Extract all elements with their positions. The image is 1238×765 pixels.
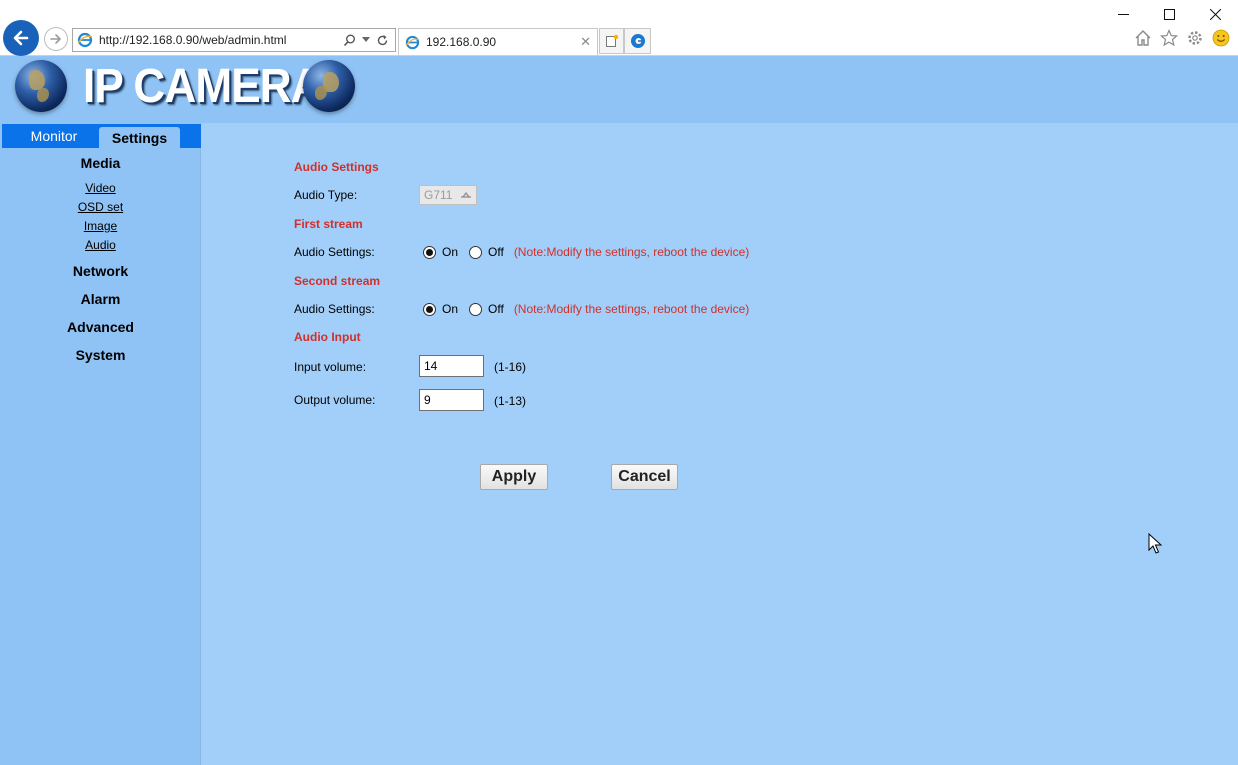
input-volume-field[interactable]: 14	[419, 355, 484, 377]
second-stream-off-label: Off	[488, 302, 504, 316]
edge-button[interactable]	[624, 28, 651, 54]
sidebar-group-alarm[interactable]: Alarm	[0, 291, 201, 307]
search-icon[interactable]	[343, 34, 356, 47]
output-volume-range: (1-13)	[494, 394, 527, 408]
audio-type-value: G711	[424, 188, 453, 202]
edge-icon	[630, 34, 645, 48]
close-icon[interactable]: ✕	[580, 34, 591, 50]
smiley-icon[interactable]	[1212, 29, 1230, 47]
sidebar-group-advanced[interactable]: Advanced	[0, 319, 201, 335]
audio-input-title: Audio Input	[294, 330, 361, 344]
first-stream-on-label: On	[442, 245, 459, 259]
first-stream-audio-label: Audio Settings:	[294, 245, 375, 259]
header-banner: IP CAMERA	[0, 56, 1238, 123]
address-bar[interactable]: http://192.168.0.90/web/admin.html	[72, 28, 396, 52]
apply-button[interactable]: Apply	[480, 464, 548, 490]
tab-title: 192.168.0.90	[426, 35, 497, 49]
new-tab-button[interactable]	[599, 28, 624, 54]
first-stream-on-radio[interactable]	[423, 245, 436, 259]
cancel-button[interactable]: Cancel	[611, 464, 678, 490]
back-button[interactable]	[3, 20, 39, 56]
forward-arrow-icon	[50, 34, 61, 44]
browser-toolbar	[1134, 29, 1230, 47]
output-volume-label: Output volume:	[294, 393, 376, 407]
tab-monitor[interactable]: Monitor	[12, 124, 96, 148]
window-close-button[interactable]	[1192, 0, 1238, 28]
menu-tab-bar: Monitor Settings	[2, 124, 201, 148]
new-tab-icon	[605, 34, 618, 47]
sidebar-item-osd-set[interactable]: OSD set	[0, 200, 201, 214]
output-volume-field[interactable]: 9	[419, 389, 484, 411]
settings-gear-icon[interactable]	[1186, 29, 1204, 47]
audio-type-select[interactable]: G711	[419, 185, 477, 205]
second-stream-title: Second stream	[294, 274, 381, 288]
sidebar-item-image[interactable]: Image	[0, 219, 201, 233]
input-volume-label: Input volume:	[294, 360, 367, 374]
favorites-star-icon[interactable]	[1160, 29, 1178, 47]
first-stream-note: (Note:Modify the settings, reboot the de…	[513, 245, 750, 259]
first-stream-off-radio[interactable]	[469, 245, 483, 259]
dropdown-icon[interactable]	[362, 37, 370, 43]
first-stream-radio-group: On Off (Note:Modify the settings, reboot…	[423, 245, 749, 259]
globe-logo-icon	[303, 60, 355, 112]
maximize-icon	[1163, 8, 1175, 20]
mouse-pointer-icon	[1148, 533, 1162, 554]
url-text[interactable]: http://192.168.0.90/web/admin.html	[99, 33, 343, 47]
second-stream-off-radio[interactable]	[469, 302, 483, 316]
second-stream-on-label: On	[442, 302, 459, 316]
audio-settings-panel: Audio Settings Audio Type: G711 First st…	[201, 123, 1238, 765]
forward-button[interactable]	[44, 27, 68, 51]
browser-chrome: http://192.168.0.90/web/admin.html 192.1…	[0, 0, 1238, 56]
second-stream-on-radio[interactable]	[423, 302, 436, 316]
refresh-icon[interactable]	[376, 34, 389, 47]
second-stream-radio-group: On Off (Note:Modify the settings, reboot…	[423, 302, 749, 316]
logo-text: IP CAMERA	[83, 60, 323, 113]
ie-icon	[405, 35, 420, 49]
first-stream-off-label: Off	[488, 245, 504, 259]
sidebar-item-audio[interactable]: Audio	[0, 238, 201, 252]
second-stream-note: (Note:Modify the settings, reboot the de…	[513, 302, 750, 316]
sidebar-group-system[interactable]: System	[0, 347, 201, 363]
window-close-icon	[1209, 8, 1221, 20]
minimize-icon	[1117, 13, 1129, 15]
second-stream-audio-label: Audio Settings:	[294, 302, 375, 316]
sidebar-group-media[interactable]: Media	[0, 155, 201, 171]
minimize-button[interactable]	[1100, 0, 1146, 28]
sidebar-group-network[interactable]: Network	[0, 263, 201, 279]
ie-icon	[77, 32, 93, 48]
tab-settings[interactable]: Settings	[99, 127, 180, 148]
browser-tab[interactable]: 192.168.0.90 ✕	[398, 28, 598, 55]
home-icon[interactable]	[1134, 29, 1152, 47]
input-volume-range: (1-16)	[494, 360, 527, 374]
sidebar-item-video[interactable]: Video	[0, 181, 201, 195]
back-arrow-icon	[13, 30, 29, 46]
globe-logo-icon	[15, 60, 67, 112]
camera-admin-page: IP CAMERA Monitor Settings Media Video O…	[0, 56, 1238, 765]
select-arrow-icon	[461, 192, 471, 198]
sidebar: Monitor Settings Media Video OSD set Ima…	[0, 123, 201, 765]
window-controls	[1100, 0, 1238, 28]
audio-settings-title: Audio Settings	[294, 160, 379, 174]
first-stream-title: First stream	[294, 217, 363, 231]
maximize-button[interactable]	[1146, 0, 1192, 28]
audio-type-label: Audio Type:	[294, 188, 358, 202]
